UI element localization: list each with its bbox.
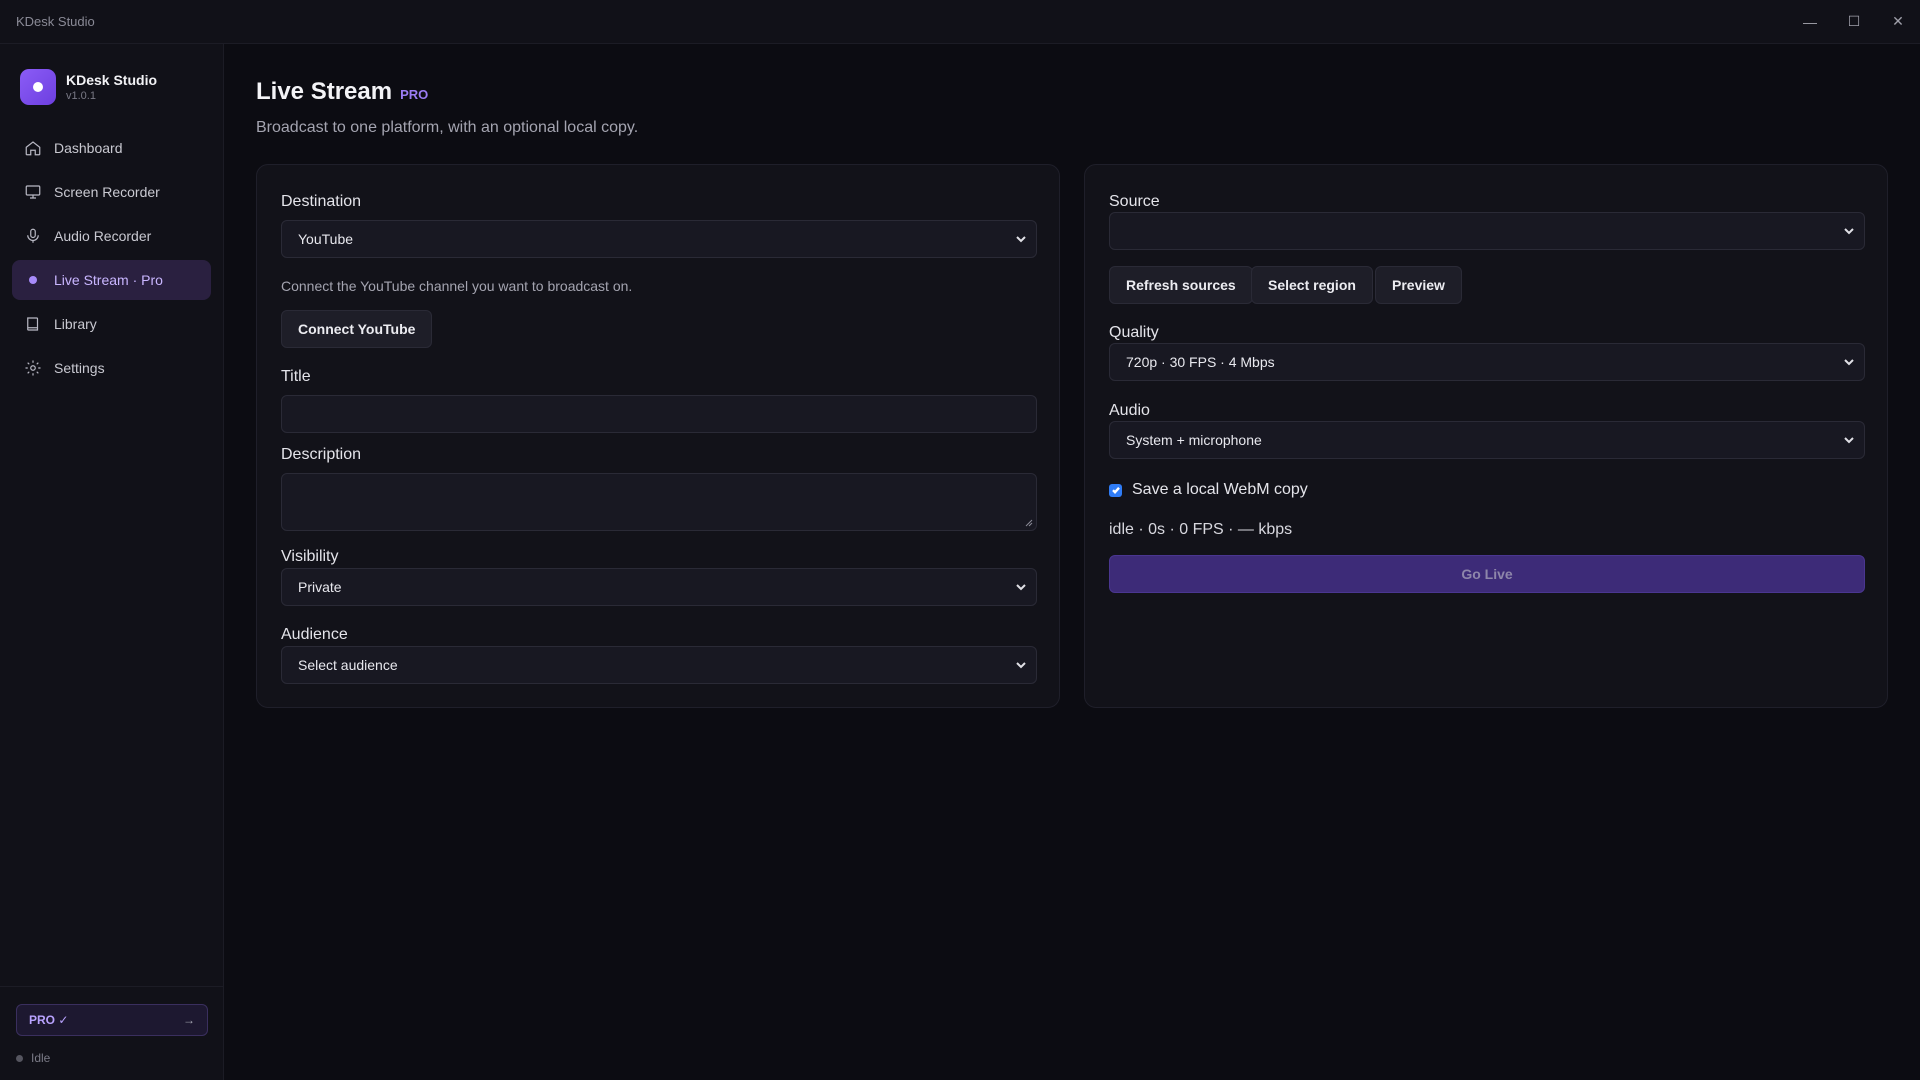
status-dot-icon bbox=[16, 1054, 23, 1062]
sidebar-footer: PRO ✓ → Idle bbox=[0, 986, 224, 1080]
sidebar-item-label: Screen Recorder bbox=[54, 184, 160, 200]
destination-label: Destination bbox=[281, 193, 362, 210]
title-bar: KDesk Studio — ☐ ✕ bbox=[0, 0, 1920, 44]
arrow-right-icon: → bbox=[183, 1013, 195, 1027]
sidebar-item-screen-recorder[interactable]: Screen Recorder bbox=[12, 172, 211, 212]
main-content: Live Stream PRO Broadcast to one platfor… bbox=[256, 44, 1888, 1080]
sidebar-item-library[interactable]: Library bbox=[12, 304, 211, 344]
sidebar-item-label: Audio Recorder bbox=[54, 228, 152, 244]
sidebar-item-label: Dashboard bbox=[54, 140, 123, 156]
description-label: Description bbox=[281, 446, 362, 463]
go-live-button[interactable]: Go Live bbox=[1109, 555, 1865, 593]
maximize-icon: ☐ bbox=[1847, 13, 1861, 29]
monitor-icon bbox=[24, 183, 42, 201]
description-textarea[interactable] bbox=[281, 473, 1037, 531]
save-local-copy-label[interactable]: Save a local WebM copy bbox=[1132, 481, 1308, 499]
stream-stats: idle · 0s · 0 FPS · — kbps bbox=[1109, 521, 1293, 538]
page-title: Live Stream bbox=[256, 78, 393, 105]
select-region-button[interactable]: Select region bbox=[1251, 266, 1373, 304]
quality-value: 720p · 30 FPS · 4 Mbps bbox=[1126, 354, 1275, 370]
sidebar-nav: Dashboard Screen Recorder Audio Recorder… bbox=[0, 120, 223, 400]
audience-select[interactable]: Select audience bbox=[281, 646, 1037, 684]
page-header: Live Stream PRO bbox=[256, 78, 428, 106]
minimize-button[interactable]: — bbox=[1788, 0, 1832, 44]
destination-select[interactable]: YouTube bbox=[281, 220, 1037, 258]
audio-label: Audio bbox=[1109, 402, 1150, 419]
pro-tag: PRO bbox=[400, 87, 429, 102]
sidebar-item-audio-recorder[interactable]: Audio Recorder bbox=[12, 216, 211, 256]
connect-youtube-button[interactable]: Connect YouTube bbox=[281, 310, 433, 348]
pro-badge-label: PRO ✓ bbox=[29, 1013, 69, 1027]
home-icon bbox=[24, 139, 42, 157]
sidebar-item-label: Settings bbox=[54, 360, 105, 376]
book-icon bbox=[24, 315, 42, 333]
sidebar: KDesk Studio v1.0.1 Dashboard Screen Rec… bbox=[0, 44, 224, 1080]
chevron-down-icon bbox=[1842, 433, 1856, 447]
audio-select[interactable]: System + microphone bbox=[1109, 421, 1865, 459]
brand-version: v1.0.1 bbox=[66, 90, 96, 102]
chevron-down-icon bbox=[1842, 355, 1856, 369]
app-logo-icon bbox=[20, 69, 56, 105]
brand: KDesk Studio v1.0.1 bbox=[0, 44, 223, 120]
window-title: KDesk Studio bbox=[16, 14, 95, 29]
visibility-label: Visibility bbox=[281, 548, 339, 565]
visibility-select[interactable]: Private bbox=[281, 568, 1037, 606]
microphone-icon bbox=[24, 227, 42, 245]
audio-value: System + microphone bbox=[1126, 432, 1262, 448]
close-button[interactable]: ✕ bbox=[1876, 0, 1920, 44]
chevron-down-icon bbox=[1842, 224, 1856, 238]
close-icon: ✕ bbox=[1892, 13, 1904, 29]
window-controls: — ☐ ✕ bbox=[1788, 0, 1920, 44]
refresh-sources-button[interactable]: Refresh sources bbox=[1109, 266, 1253, 304]
preview-button[interactable]: Preview bbox=[1375, 266, 1462, 304]
audience-value: Select audience bbox=[298, 657, 398, 673]
status-text: Idle bbox=[31, 1051, 51, 1065]
chevron-down-icon bbox=[1014, 580, 1028, 594]
page-subtitle: Broadcast to one platform, with an optio… bbox=[256, 119, 639, 136]
gear-icon bbox=[24, 359, 42, 377]
chevron-down-icon bbox=[1014, 232, 1028, 246]
sidebar-item-settings[interactable]: Settings bbox=[12, 348, 211, 388]
visibility-value: Private bbox=[298, 579, 342, 595]
connect-helper-text: Connect the YouTube channel you want to … bbox=[281, 278, 633, 294]
quality-select[interactable]: 720p · 30 FPS · 4 Mbps bbox=[1109, 343, 1865, 381]
live-dot-icon bbox=[24, 271, 42, 289]
brand-name: KDesk Studio bbox=[66, 72, 158, 88]
title-label: Title bbox=[281, 368, 311, 385]
source-select[interactable] bbox=[1109, 212, 1865, 250]
audience-label: Audience bbox=[281, 626, 348, 643]
destination-value: YouTube bbox=[298, 231, 354, 247]
resize-grip-icon[interactable] bbox=[1025, 519, 1033, 527]
sidebar-item-label: Live Stream · Pro bbox=[54, 272, 163, 288]
source-label: Source bbox=[1109, 193, 1160, 210]
title-input[interactable] bbox=[281, 395, 1037, 433]
status-indicator: Idle bbox=[16, 1051, 50, 1065]
save-local-copy-checkbox[interactable] bbox=[1109, 483, 1122, 497]
quality-label: Quality bbox=[1109, 324, 1159, 341]
minimize-icon: — bbox=[1803, 13, 1817, 30]
broadcast-settings-card: Destination YouTube Connect the YouTube … bbox=[256, 164, 1060, 708]
maximize-button[interactable]: ☐ bbox=[1832, 0, 1876, 44]
sidebar-item-label: Library bbox=[54, 316, 97, 332]
pro-status-button[interactable]: PRO ✓ → bbox=[16, 1004, 208, 1036]
sidebar-item-live-stream[interactable]: Live Stream · Pro bbox=[12, 260, 211, 300]
source-settings-card: Source Refresh sources Select region Pre… bbox=[1084, 164, 1888, 708]
save-local-copy-row: Save a local WebM copy bbox=[1109, 481, 1308, 499]
sidebar-item-dashboard[interactable]: Dashboard bbox=[12, 128, 211, 168]
chevron-down-icon bbox=[1014, 658, 1028, 672]
